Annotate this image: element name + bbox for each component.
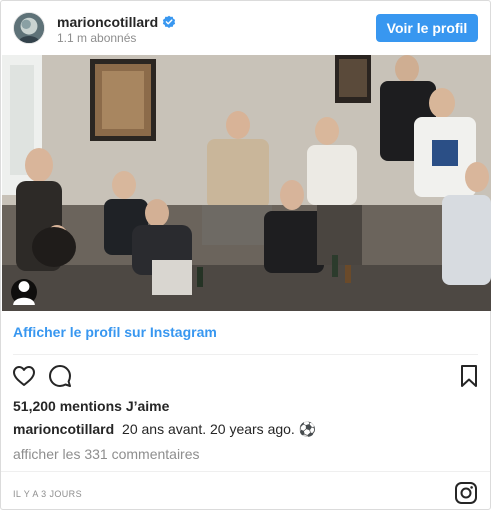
group-photo-image (2, 55, 491, 311)
instagram-embed: marioncotillard 1.1 m abonnés Voir le pr… (0, 0, 491, 510)
caption: marioncotillard 20 ans avant. 20 years a… (13, 421, 316, 438)
comment-icon (49, 365, 71, 387)
heart-icon (13, 366, 35, 386)
view-profile-on-instagram-link[interactable]: Afficher le profil sur Instagram (13, 324, 217, 340)
avatar[interactable] (13, 12, 45, 44)
username[interactable]: marioncotillard (57, 14, 158, 30)
like-button[interactable] (11, 363, 37, 389)
post-photo[interactable] (2, 55, 491, 311)
comment-button[interactable] (47, 363, 73, 389)
avatar-image (14, 13, 44, 43)
username-row: marioncotillard (57, 14, 176, 30)
user-tags-button[interactable] (11, 279, 37, 305)
caption-username[interactable]: marioncotillard (13, 421, 114, 437)
verified-badge-icon (163, 15, 176, 28)
view-comments-link[interactable]: afficher les 331 commentaires (13, 446, 200, 462)
footer-divider (1, 471, 490, 472)
view-profile-button[interactable]: Voir le profil (376, 14, 478, 42)
followers-count: 1.1 m abonnés (57, 31, 137, 45)
instagram-logo-icon[interactable] (454, 481, 478, 505)
divider (13, 354, 478, 355)
likes-count[interactable]: 51,200 mentions J’aime (13, 398, 169, 414)
save-button[interactable] (456, 363, 482, 389)
post-header: marioncotillard 1.1 m abonnés Voir le pr… (1, 1, 490, 55)
bookmark-icon (461, 365, 477, 387)
caption-text: 20 ans avant. 20 years ago. ⚽ (122, 421, 317, 437)
user-tag-icon (13, 281, 35, 305)
post-timestamp[interactable]: IL Y A 3 JOURS (13, 489, 82, 499)
